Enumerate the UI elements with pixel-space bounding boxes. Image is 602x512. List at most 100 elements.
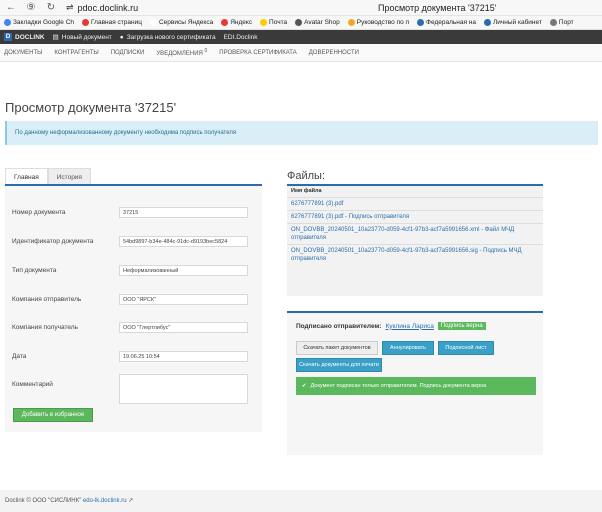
bookmark-item[interactable]: Яндекс (221, 19, 252, 26)
tab-main[interactable]: Главная (5, 168, 48, 184)
bookmark-icon (549, 19, 557, 26)
footer-link[interactable]: edo-lk.doclink.ru (83, 498, 127, 504)
field-label: Номер документа (12, 209, 66, 216)
info-alert: По данному неформализованному документу … (5, 121, 598, 145)
menu-notifications[interactable]: УВЕДОМЛЕНИЯ 0 (156, 48, 207, 57)
download-print-button[interactable]: Скачать документы для печати (296, 358, 382, 372)
bookmark-item[interactable]: Руководство по п (347, 19, 410, 26)
bookmark-item[interactable]: Avatar Shop (295, 19, 340, 26)
download-package-button[interactable]: Скачать пакет документов (296, 341, 378, 355)
menu-documents[interactable]: ДОКУМЕНТЫ (4, 50, 42, 56)
bookmark-item[interactable]: Федеральная на (417, 19, 476, 26)
new-document-label: Новый документ (61, 33, 112, 41)
signature-alert: ✔ Документ подписан только отправителем. … (296, 377, 536, 395)
menu-powers-of-attorney[interactable]: ДОВЕРЕННОСТИ (309, 50, 359, 56)
menu-certificate-check[interactable]: ПРОВЕРКА СЕРТИФИКАТА (219, 50, 296, 56)
file-link[interactable]: ON_DOVBB_20240501_10a23770-d059-4cf1-97b… (287, 244, 543, 265)
bookmark-label: Почта (269, 19, 288, 26)
bookmark-label: Яндекс (230, 19, 253, 26)
certificate-icon: ● (119, 33, 124, 41)
signature-valid-badge: Подпись верна (437, 322, 486, 330)
signature-sheet-button[interactable]: Подписной лист (438, 341, 494, 355)
signed-by-label: Подписано отправителем: (296, 322, 382, 330)
upload-certificate-label: Загрузка нового сертификата (126, 33, 216, 41)
reload-icon[interactable]: ↻ (46, 2, 56, 13)
browser-toolbar: ← ⑨ ↻ ⇌ pdoc.doclink.ru (0, 0, 602, 16)
bookmark-label: Главная страниц (91, 19, 142, 26)
page-title: Просмотр документа '37215' (5, 100, 177, 115)
bookmark-label: Avatar Shop (304, 19, 340, 26)
footer-text: Doclink © ООО "СИСЛИНК" (5, 498, 82, 504)
external-link-icon: ↗ (128, 498, 134, 504)
browser-window-title: Просмотр документа '37215' (378, 3, 497, 13)
bookmark-item[interactable]: Сервисы Яндекса (149, 19, 214, 26)
file-link[interactable]: 6276777891 (3).pdf (287, 197, 543, 210)
bookmark-item[interactable]: Порт (549, 19, 574, 26)
bookmarks-bar: Закладки Google Ch Главная страниц Сервисы… (0, 16, 602, 30)
bookmark-icon (149, 19, 157, 26)
add-to-favorites-button[interactable]: Добавить в избранное (13, 408, 93, 422)
menu-notifications-label: УВЕДОМЛЕНИЯ (156, 51, 203, 57)
extensions-icon[interactable]: ⑨ (26, 2, 36, 13)
file-link[interactable]: ON_DOVBB_20240501_10a23770-d059-4cf1-97b… (287, 223, 543, 244)
app-bar: D DOCLINK ▤ Новый документ ● Загрузка новог… (0, 30, 602, 44)
bookmark-icon (221, 19, 229, 26)
comment-textarea[interactable] (119, 374, 248, 404)
files-title: Файлы: (287, 170, 326, 182)
date-field[interactable]: 19.06.25 10:54 (119, 351, 248, 362)
doclink-logo[interactable]: D DOCLINK (4, 33, 45, 41)
tab-history[interactable]: История (47, 168, 91, 184)
bookmark-label: Закладки Google Ch (13, 19, 75, 26)
field-label: Дата (12, 353, 27, 360)
cancel-button[interactable]: Аннулировать (382, 341, 434, 355)
file-link[interactable]: 6276777891 (3).pdf - Подпись отправителя (287, 210, 543, 223)
comment-label: Комментарий (12, 381, 53, 388)
bookmark-label: Сервисы Яндекса (158, 19, 214, 26)
bookmark-label: Личный кабинет (493, 19, 542, 26)
address-bar[interactable]: ⇌ pdoc.doclink.ru (66, 2, 138, 13)
field-label: Компания получатель (12, 324, 78, 331)
edi-doclink-label: EDI.Doclink (223, 33, 258, 41)
bookmark-item[interactable]: Почта (260, 19, 287, 26)
main-menu: ДОКУМЕНТЫ КОНТРАГЕНТЫ ПОДПИСКИ УВЕДОМЛЕН… (0, 44, 602, 62)
bookmark-icon (295, 19, 303, 26)
edi-doclink-link[interactable]: EDI.Doclink (224, 34, 258, 41)
bookmark-icon (260, 19, 268, 26)
footer: Doclink © ООО "СИСЛИНК" edo-lk.doclink.r… (0, 490, 602, 512)
new-document-link[interactable]: ▤ Новый документ (52, 33, 112, 42)
signature-panel: Подписано отправителем: Куклина Лариса П… (287, 311, 543, 455)
bookmark-item[interactable]: Закладки Google Ch (4, 19, 74, 26)
bookmark-item[interactable]: Личный кабинет (484, 19, 542, 26)
document-form: Номер документа 37215 Идентификатор доку… (5, 184, 262, 432)
document-number-field[interactable]: 37215 (119, 207, 248, 218)
bookmark-icon (484, 19, 491, 26)
bookmark-icon (347, 19, 355, 26)
document-id-field[interactable]: 54bd9897-b34e-484c-91dc-d9193bec5824 (119, 236, 248, 247)
notifications-count: 0 (204, 48, 208, 54)
menu-counterparties[interactable]: КОНТРАГЕНТЫ (54, 50, 98, 56)
upload-certificate-link[interactable]: ● Загрузка нового сертификата (120, 34, 216, 41)
document-type-field[interactable]: Неформализованный (119, 265, 248, 276)
signature-line: Подписано отправителем: Куклина Лариса П… (296, 322, 486, 330)
bookmark-label: Порт (558, 19, 574, 26)
menu-subscriptions[interactable]: ПОДПИСКИ (111, 50, 145, 56)
field-label: Тип документа (12, 267, 57, 274)
document-icon: ▤ (52, 34, 59, 41)
check-icon: ✔ (302, 383, 307, 389)
site-info-icon[interactable]: ⇌ (66, 2, 74, 13)
bookmark-item[interactable]: Главная страниц (82, 19, 142, 26)
sender-company-field[interactable]: ООО "ЯРСК" (119, 294, 248, 305)
doclink-logo-icon: D (4, 33, 12, 41)
signature-alert-text: Документ подписан только отправителем. П… (310, 383, 487, 389)
field-label: Компания отправитель (12, 296, 82, 303)
brand-name: DOCLINK (15, 33, 45, 41)
bookmark-label: Федеральная на (426, 19, 476, 26)
signer-link[interactable]: Куклина Лариса (385, 323, 433, 330)
bookmark-icon (4, 19, 11, 26)
recipient-company-field[interactable]: ООО "Глертлибус" (119, 322, 248, 333)
back-icon[interactable]: ← (6, 2, 16, 13)
bookmark-label: Руководство по п (356, 19, 410, 26)
bookmark-icon (417, 19, 425, 26)
address-text[interactable]: pdoc.doclink.ru (78, 3, 139, 13)
field-label: Идентификатор документа (12, 238, 94, 245)
